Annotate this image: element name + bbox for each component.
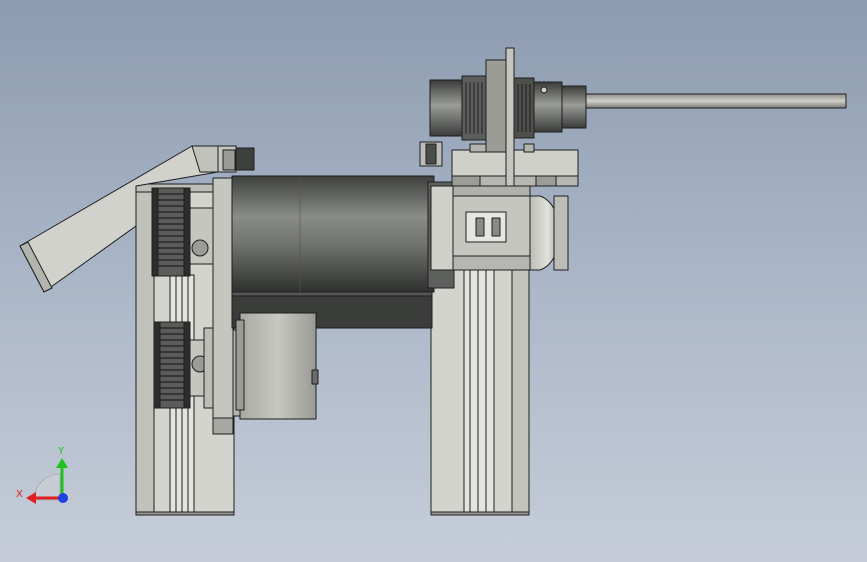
orientation-triad: Y X [16, 446, 68, 504]
right-column-foot [430, 511, 530, 516]
lower-timing-pulley [153, 321, 217, 409]
triad-y-label: Y [57, 446, 65, 457]
rounded-guide [529, 195, 569, 271]
sensor-rod [585, 93, 847, 109]
cad-model-view[interactable]: Y X [0, 0, 867, 562]
right-frame-column [430, 265, 530, 515]
gearbox [235, 312, 319, 420]
left-column-foot [135, 511, 235, 516]
right-bracket-block [430, 185, 531, 271]
graphics-viewport[interactable]: Y X [0, 0, 867, 562]
triad-x-label: X [16, 489, 23, 500]
main-cylinder [231, 175, 455, 293]
triad-plane-icon [33, 473, 61, 501]
z-axis-dot-icon [58, 493, 68, 503]
